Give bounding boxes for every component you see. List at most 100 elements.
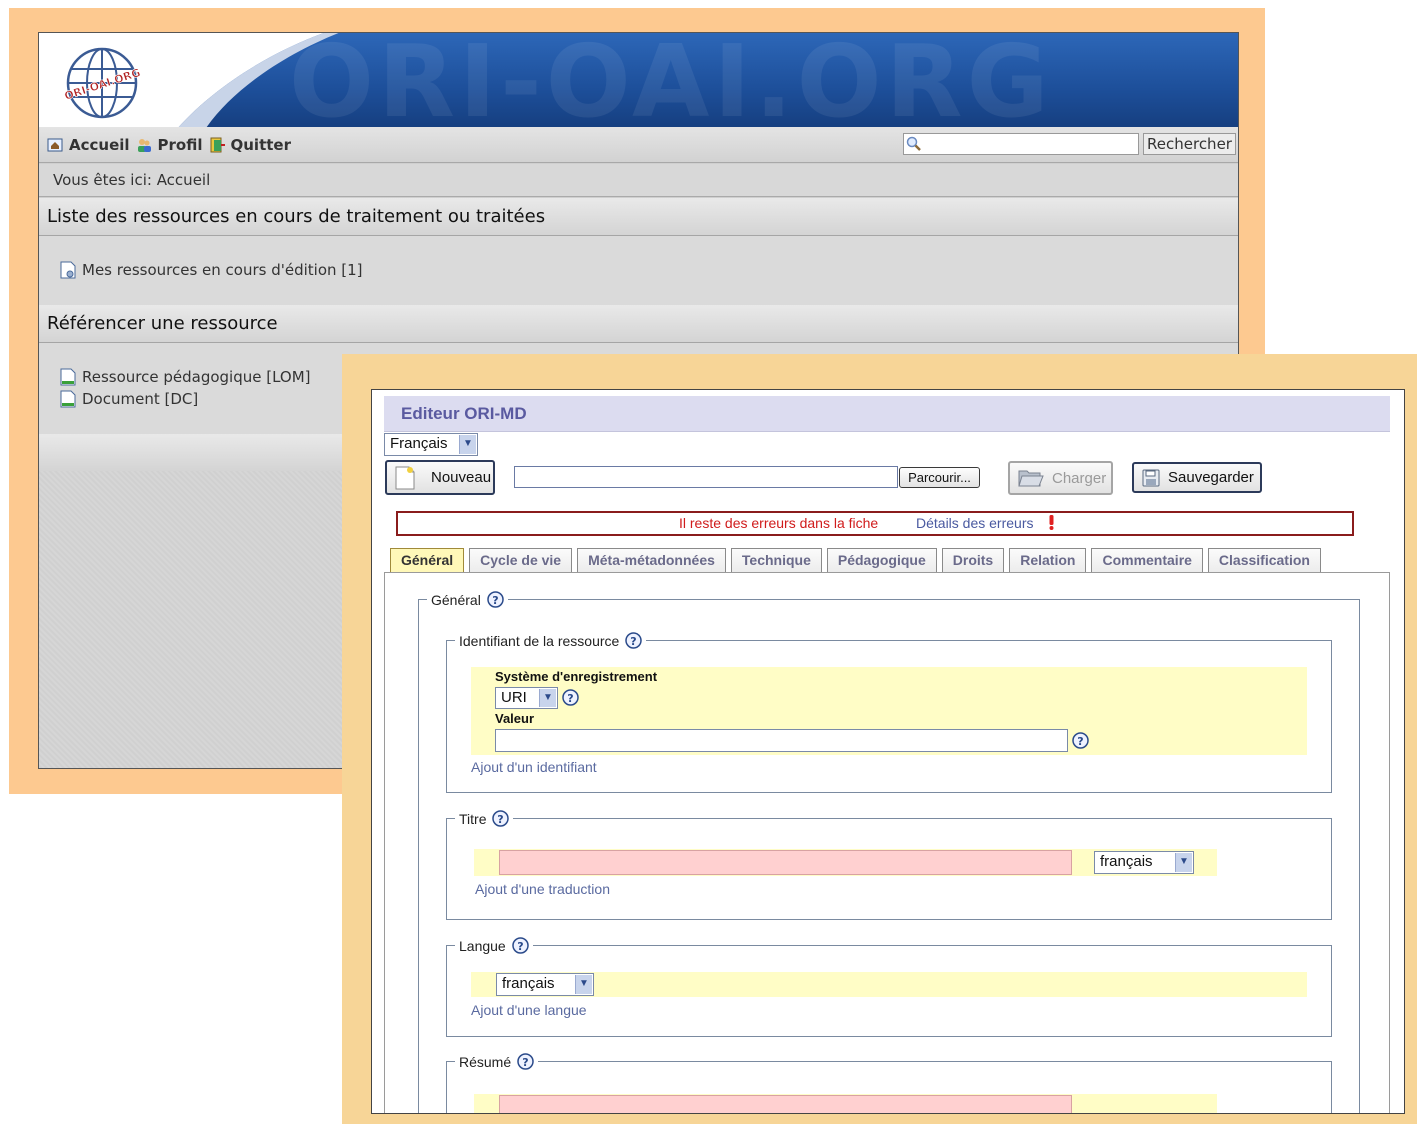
chevron-down-icon: ▼ <box>459 435 476 454</box>
chevron-down-icon: ▼ <box>539 689 556 707</box>
load-button[interactable]: Charger <box>1008 461 1113 495</box>
language-row <box>471 972 1307 997</box>
menu-item-accueil[interactable]: Accueil <box>47 136 130 154</box>
svg-text:?: ? <box>1077 735 1083 748</box>
dc-document-link[interactable]: Document [DC] <box>60 390 198 408</box>
svg-text:?: ? <box>631 635 637 648</box>
new-button[interactable]: Nouveau <box>385 460 495 495</box>
users-icon <box>137 138 151 152</box>
editor-tabs: Général Cycle de vie Méta-métadonnées Te… <box>390 548 1326 572</box>
search-input[interactable] <box>903 133 1139 155</box>
banner-watermark: ORI-OAI.ORG <box>289 33 1053 127</box>
file-path-input[interactable] <box>514 466 898 488</box>
section-title-reference-resource: Référencer une ressource <box>39 305 1238 343</box>
help-icon[interactable]: ? <box>1072 732 1089 749</box>
identifier-legend: Identifiant de la ressource ? <box>455 632 646 649</box>
title-legend: Titre ? <box>455 810 513 827</box>
catalog-value: URI <box>501 689 527 706</box>
language-legend: Langue ? <box>455 937 533 954</box>
tab-technical[interactable]: Technique <box>730 548 822 572</box>
site-banner: ORI-OAI.ORG ORI-OAI.ORG <box>39 33 1238 127</box>
search-icon <box>906 136 921 151</box>
tab-general[interactable]: Général <box>390 548 465 572</box>
summary-input[interactable] <box>499 1095 1072 1113</box>
error-details-link[interactable]: Détails des erreurs <box>916 513 1034 534</box>
title-language-select[interactable]: français ▼ <box>1094 851 1194 874</box>
menu-label: Quitter <box>230 135 291 154</box>
home-icon <box>47 138 63 151</box>
add-identifier-link[interactable]: Ajout d'un identifiant <box>471 759 597 775</box>
new-document-icon <box>395 466 415 489</box>
add-translation-link[interactable]: Ajout d'une traduction <box>475 881 610 897</box>
exclamation-icon <box>1049 515 1054 530</box>
exit-door-icon <box>210 137 225 152</box>
save-button-label: Sauvegarder <box>1168 469 1254 486</box>
chevron-down-icon: ▼ <box>575 975 592 994</box>
identifier-legend-label: Identifiant de la ressource <box>459 632 620 649</box>
main-menu: Accueil Profil Quitter Rechercher <box>39 127 1238 163</box>
title-language-value: français <box>1100 853 1153 870</box>
new-button-label: Nouveau <box>431 469 492 486</box>
breadcrumb: Vous êtes ici: Accueil <box>39 164 1238 197</box>
ui-language-select[interactable]: Français ▼ <box>384 433 478 456</box>
title-input[interactable] <box>499 850 1072 875</box>
tab-relation[interactable]: Relation <box>1009 548 1087 572</box>
tab-rights[interactable]: Droits <box>941 548 1005 572</box>
floppy-disk-icon <box>1142 469 1160 486</box>
catalog-select[interactable]: URI ▼ <box>495 687 558 709</box>
dc-document-label: Document [DC] <box>82 390 199 408</box>
document-gear-icon <box>60 261 76 279</box>
tab-lifecycle[interactable]: Cycle de vie <box>469 548 573 572</box>
svg-text:?: ? <box>498 813 504 826</box>
my-resources-label: Mes ressources en cours d'édition [1] <box>82 261 363 279</box>
document-icon <box>60 368 76 386</box>
editor-window: Editeur ORI-MD Français ▼ Nouveau Parcou… <box>371 389 1405 1114</box>
language-select[interactable]: français ▼ <box>496 973 594 996</box>
tab-annotation[interactable]: Commentaire <box>1091 548 1203 572</box>
value-label: Valeur <box>495 711 535 726</box>
summary-legend-label: Résumé <box>459 1053 512 1070</box>
help-icon[interactable]: ? <box>492 810 510 827</box>
svg-text:?: ? <box>517 940 523 953</box>
svg-text:?: ? <box>567 692 573 705</box>
language-value: français <box>502 975 555 992</box>
menu-label: Accueil <box>69 135 130 154</box>
general-legend: Général ? <box>427 591 508 608</box>
language-legend-label: Langue <box>459 937 506 954</box>
help-icon[interactable]: ? <box>487 591 504 608</box>
menu-item-quitter[interactable]: Quitter <box>209 136 291 154</box>
error-banner: Il reste des erreurs dans la fiche Détai… <box>396 511 1354 536</box>
my-resources-link[interactable]: Mes ressources en cours d'édition [1] <box>60 261 363 279</box>
title-legend-label: Titre <box>459 810 487 827</box>
tab-meta-metadata[interactable]: Méta-métadonnées <box>577 548 726 572</box>
menu-item-profil[interactable]: Profil <box>136 136 203 154</box>
help-icon[interactable]: ? <box>511 937 529 954</box>
lom-resource-link[interactable]: Ressource pédagogique [LOM] <box>60 368 311 386</box>
tab-classification[interactable]: Classification <box>1207 548 1321 572</box>
error-message: Il reste des erreurs dans la fiche <box>679 515 879 531</box>
identifier-value-input[interactable] <box>495 729 1068 752</box>
ori-oai-logo-icon[interactable]: ORI-OAI.ORG <box>57 43 147 121</box>
tab-educational[interactable]: Pédagogique <box>826 548 937 572</box>
lom-resource-label: Ressource pédagogique [LOM] <box>82 368 311 386</box>
summary-legend: Résumé ? <box>455 1053 538 1070</box>
search-button[interactable]: Rechercher <box>1143 133 1236 155</box>
editor-title: Editeur ORI-MD <box>384 396 1390 432</box>
open-folder-icon <box>1018 470 1044 487</box>
add-language-link[interactable]: Ajout d'une langue <box>471 1002 587 1018</box>
chevron-down-icon: ▼ <box>1175 853 1192 872</box>
load-button-label: Charger <box>1052 469 1107 487</box>
help-icon[interactable]: ? <box>562 689 579 706</box>
save-button[interactable]: Sauvegarder <box>1132 462 1262 493</box>
menu-label: Profil <box>157 135 203 154</box>
section-title-resources-list: Liste des ressources en cours de traitem… <box>39 198 1238 236</box>
section-body-resources-list: Mes ressources en cours d'édition [1] <box>39 236 1238 306</box>
browse-button[interactable]: Parcourir... <box>899 467 980 488</box>
svg-text:?: ? <box>522 1056 528 1069</box>
help-icon[interactable]: ? <box>625 632 643 649</box>
ui-language-value: Français <box>390 435 448 452</box>
document-icon <box>60 390 76 408</box>
general-legend-label: Général <box>431 591 481 608</box>
help-icon[interactable]: ? <box>517 1053 534 1070</box>
svg-text:?: ? <box>492 594 498 607</box>
